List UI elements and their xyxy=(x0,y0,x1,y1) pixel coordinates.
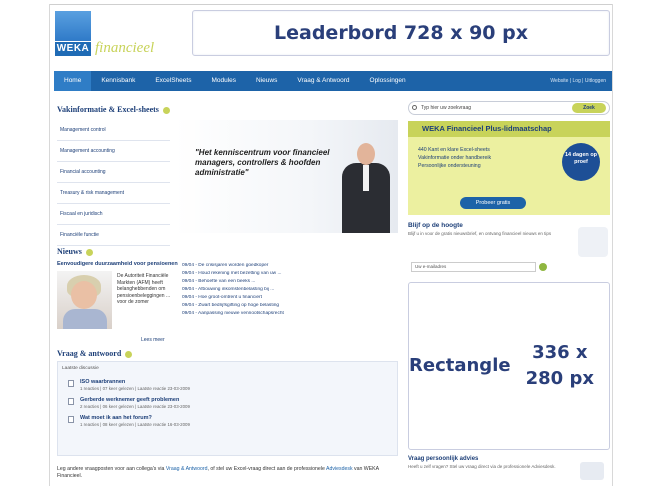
news-list-item[interactable]: 09/04 - Behoefte van een beeks ... xyxy=(182,279,342,287)
qa-panel: Laatste discussie ISO waarbrannen 1 reac… xyxy=(57,361,398,456)
menu-item-management-accounting[interactable]: Management accounting xyxy=(57,141,170,162)
newsletter-box: Blijf op de hoogte Blijf u in voor de gr… xyxy=(408,222,610,277)
nav-tab-vraag-antwoord[interactable]: Vraag & Antwoord xyxy=(287,71,359,91)
search-input[interactable]: Typ hier uw zoekvraag Zoek xyxy=(408,101,610,115)
businessman-photo xyxy=(338,143,393,233)
news-teaser: De Autoriteit Financiële Markten (AFM) h… xyxy=(117,273,171,305)
logo[interactable]: WEKA financieel xyxy=(53,9,171,67)
search-icon xyxy=(412,105,417,110)
advice-description: Heeft u zelf vragen? Stel uw vraag direc… xyxy=(408,464,556,469)
qa-question-meta: 1 reacties | 08 keer gelezen | Laatste r… xyxy=(80,422,190,427)
document-icon xyxy=(68,380,74,387)
newsletter-email-field[interactable]: Uw e-mailadres xyxy=(411,262,536,272)
trial-badge: 14 dagen op proef xyxy=(562,143,600,181)
menu-item-financiele-functie[interactable]: Financiële functie xyxy=(57,225,170,246)
plus-benefit: Vakinformatie onder handbereik xyxy=(418,155,492,161)
menu-item-management-control[interactable]: Management control xyxy=(57,120,170,141)
try-free-button[interactable]: Probeer gratis xyxy=(460,197,526,209)
main-nav: Home Kennisbank ExcelSheets Modules Nieu… xyxy=(54,71,612,91)
hero-quote: "Het kenniscentrum voor financieel manag… xyxy=(195,148,330,177)
news-list-item[interactable]: 09/04 - De crisisjaren worden goedkoper xyxy=(182,263,342,271)
nav-tab-kennisbank[interactable]: Kennisbank xyxy=(91,71,145,91)
news-headline[interactable]: Eenvoudigere duurzaamheid voor pensioene… xyxy=(57,261,178,267)
nav-tab-oplossingen[interactable]: Oplossingen xyxy=(360,71,416,91)
nav-tab-modules[interactable]: Modules xyxy=(201,71,246,91)
search-placeholder: Typ hier uw zoekvraag xyxy=(421,105,472,111)
news-photo xyxy=(57,271,112,329)
news-list-item[interactable]: 09/04 - Afbouwing inkomstenbelasting bij… xyxy=(182,287,342,295)
qa-question-title[interactable]: ISO waarbrannen xyxy=(80,379,125,385)
plus-title: WEKA Financieel Plus-lidmaatschap xyxy=(408,121,610,137)
plus-benefits-list: 440 Kant en klare Excel-sheets Vakinform… xyxy=(418,147,491,171)
qa-question-title[interactable]: Gerberde werknemer geeft problemen xyxy=(80,397,179,403)
news-list-item[interactable]: 09/04 - Hoe groot-omtrent u financiert xyxy=(182,295,342,303)
news-section: Eenvoudigere duurzaamheid voor pensioene… xyxy=(57,259,398,349)
top-divider xyxy=(50,4,612,5)
plus-benefit: 440 Kant en klare Excel-sheets xyxy=(418,147,490,153)
plus-membership-box: WEKA Financieel Plus-lidmaatschap 440 Ka… xyxy=(408,121,610,215)
hero-banner: "Het kenniscentrum voor financieel manag… xyxy=(175,120,398,233)
section-title-vakinformatie: Vakinformatie & Excel-sheets xyxy=(57,105,170,114)
newsletter-submit-button[interactable] xyxy=(539,263,547,271)
menu-item-fiscaal[interactable]: Fiscaal en juridisch xyxy=(57,204,170,225)
section-title-nieuws: Nieuws xyxy=(57,247,93,256)
newsletter-illustration xyxy=(578,227,608,257)
nav-tab-home[interactable]: Home xyxy=(54,71,92,91)
news-read-more-link[interactable]: Lees meer xyxy=(141,337,165,343)
leaderboard-ad[interactable]: Leaderbord 728 x 90 px xyxy=(192,10,610,56)
search-button[interactable]: Zoek xyxy=(572,103,606,113)
logo-text: WEKA xyxy=(55,42,91,56)
qa-panel-heading: Laatste discussie xyxy=(62,366,99,371)
adviesdesk-link[interactable]: Adviesdesk xyxy=(326,466,353,472)
arrow-icon xyxy=(162,106,170,114)
arrow-icon xyxy=(125,350,133,358)
news-list-item[interactable]: 09/04 - Houd rekening met bezetting van … xyxy=(182,271,342,279)
section-title-vraag-antwoord: Vraag & antwoord xyxy=(57,349,133,358)
nav-account-links[interactable]: Website | Log | Uitloggen xyxy=(550,78,612,84)
menu-item-financial-accounting[interactable]: Financial accounting xyxy=(57,162,170,183)
qa-question-meta: 1 reacties | 07 keer gelezen | Laatste r… xyxy=(80,386,190,391)
news-list-item[interactable]: 09/04 - Aanpassing nieuwe vennootschapsr… xyxy=(182,311,342,319)
advice-illustration xyxy=(580,462,604,480)
rectangle-ad[interactable]: Rectangle 336 x 280 px xyxy=(408,282,610,450)
menu-item-treasury[interactable]: Treasury & risk management xyxy=(57,183,170,204)
document-icon xyxy=(68,398,74,405)
qa-question-title[interactable]: Wat moet ik aan het forum? xyxy=(80,415,152,421)
vraag-antwoord-link[interactable]: Vraag & Antwoord xyxy=(166,466,208,472)
qa-footer-text: Leg andere vraagposten voor aan collega'… xyxy=(57,466,379,479)
qa-question-meta: 2 reacties | 06 keer gelezen | Laatste r… xyxy=(80,404,190,409)
page-frame: WEKA financieel Leaderbord 728 x 90 px H… xyxy=(49,4,613,486)
nav-tab-nieuws[interactable]: Nieuws xyxy=(246,71,287,91)
news-list-item[interactable]: 09/04 - Zwart bedrijfsgifting op hoge be… xyxy=(182,303,342,311)
document-icon xyxy=(68,416,74,423)
newsletter-description: Blijf u in voor de gratis nieuwsbrief, e… xyxy=(408,231,552,236)
nav-tab-excelsheets[interactable]: ExcelSheets xyxy=(145,71,201,91)
plus-benefit: Persoonlijke ondersteuning xyxy=(418,163,481,169)
advice-box: Vraag persoonlijk advies Heeft u zelf vr… xyxy=(408,456,610,486)
arrow-icon xyxy=(85,248,93,256)
news-list: 09/04 - De crisisjaren worden goedkoper … xyxy=(182,263,342,319)
logo-subtext: financieel xyxy=(95,40,155,56)
topic-menu: Management control Management accounting… xyxy=(57,120,170,246)
logo-mark xyxy=(55,11,91,41)
advice-title[interactable]: Vraag persoonlijk advies xyxy=(408,456,610,462)
